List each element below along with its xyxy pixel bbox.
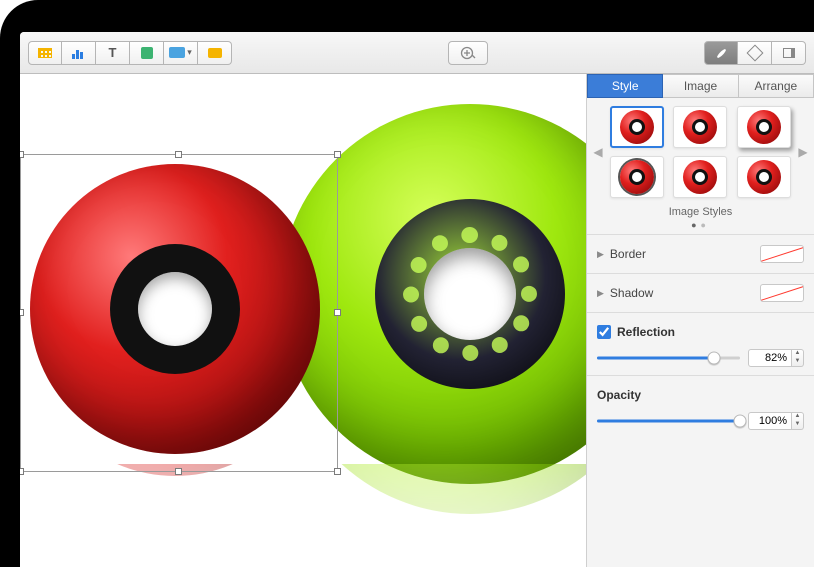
tab-style[interactable]: Style bbox=[587, 74, 663, 98]
red-wheel-image[interactable] bbox=[30, 164, 320, 454]
reflection-stepper: ▲▼ bbox=[748, 349, 804, 367]
resize-handle-middle-left[interactable] bbox=[20, 309, 24, 316]
styles-page-dots[interactable]: ●● bbox=[593, 220, 808, 230]
green-wheel-image[interactable] bbox=[280, 104, 586, 484]
reflection-slider[interactable] bbox=[597, 351, 740, 365]
opacity-value-input[interactable] bbox=[748, 412, 792, 430]
shape-button[interactable] bbox=[130, 41, 164, 65]
panel-toggle-button[interactable] bbox=[772, 41, 806, 65]
format-inspector: Style Image Arrange ◀ ▶ Image Styles ●● bbox=[586, 74, 814, 567]
disclosure-triangle-icon: ▶ bbox=[597, 288, 604, 299]
opacity-section: Opacity ▲▼ bbox=[587, 375, 814, 438]
tab-arrange[interactable]: Arrange bbox=[739, 74, 814, 98]
opacity-slider[interactable] bbox=[597, 414, 740, 428]
border-disclosure[interactable]: ▶ Border bbox=[597, 247, 646, 261]
tab-image[interactable]: Image bbox=[663, 74, 738, 98]
shadow-swatch-none[interactable] bbox=[760, 284, 804, 302]
border-label: Border bbox=[610, 247, 646, 261]
table-icon bbox=[38, 48, 52, 58]
inspector-toggle-group bbox=[704, 41, 806, 65]
inspector-tabs: Style Image Arrange bbox=[587, 74, 814, 98]
style-thumb-1[interactable] bbox=[610, 106, 664, 148]
shadow-disclosure[interactable]: ▶ Shadow bbox=[597, 286, 653, 300]
opacity-label: Opacity bbox=[597, 388, 641, 402]
stepper-up-icon: ▲ bbox=[792, 350, 803, 358]
resize-handle-top-middle[interactable] bbox=[175, 151, 182, 158]
app-window: T ▾ bbox=[20, 32, 814, 567]
reflection-section: Reflection ▲▼ bbox=[587, 312, 814, 375]
shadow-section: ▶ Shadow bbox=[587, 273, 814, 312]
format-inspector-button[interactable] bbox=[704, 41, 738, 65]
image-styles-label: Image Styles bbox=[593, 206, 808, 218]
disclosure-triangle-icon: ▶ bbox=[597, 249, 604, 260]
diamond-icon bbox=[746, 44, 763, 61]
text-button[interactable]: T bbox=[96, 41, 130, 65]
reflection-label: Reflection bbox=[617, 325, 675, 339]
reflection-value-input[interactable] bbox=[748, 349, 792, 367]
chart-button[interactable] bbox=[62, 41, 96, 65]
device-bezel: T ▾ bbox=[0, 0, 814, 567]
stepper-up-icon: ▲ bbox=[792, 413, 803, 421]
panel-icon bbox=[783, 48, 795, 58]
media-button[interactable]: ▾ bbox=[164, 41, 198, 65]
main-area: Style Image Arrange ◀ ▶ Image Styles ●● bbox=[20, 74, 814, 567]
stepper-down-icon: ▼ bbox=[792, 358, 803, 366]
styles-next-button[interactable]: ▶ bbox=[798, 145, 808, 159]
document-canvas[interactable] bbox=[20, 74, 586, 567]
view-controls-group: T ▾ bbox=[28, 41, 232, 65]
opacity-stepper-buttons[interactable]: ▲▼ bbox=[792, 412, 804, 430]
reflection-checkbox-row[interactable]: Reflection bbox=[597, 325, 675, 339]
chevron-down-icon: ▾ bbox=[187, 47, 192, 58]
comment-icon bbox=[208, 48, 222, 58]
border-section: ▶ Border bbox=[587, 234, 814, 273]
style-thumb-4[interactable] bbox=[610, 156, 664, 198]
reflection-stepper-buttons[interactable]: ▲▼ bbox=[792, 349, 804, 367]
style-thumb-2[interactable] bbox=[673, 106, 727, 148]
style-thumb-6[interactable] bbox=[737, 156, 791, 198]
opacity-stepper: ▲▼ bbox=[748, 412, 804, 430]
comment-button[interactable] bbox=[198, 41, 232, 65]
resize-handle-top-left[interactable] bbox=[20, 151, 24, 158]
insert-icon bbox=[460, 46, 476, 60]
toolbar: T ▾ bbox=[20, 32, 814, 74]
style-thumb-3[interactable] bbox=[737, 106, 791, 148]
border-swatch-none[interactable] bbox=[760, 245, 804, 263]
insert-button[interactable] bbox=[448, 41, 488, 65]
stepper-down-icon: ▼ bbox=[792, 421, 803, 429]
shape-icon bbox=[141, 47, 153, 59]
reflection-render bbox=[20, 464, 586, 567]
filter-inspector-button[interactable] bbox=[738, 41, 772, 65]
table-button[interactable] bbox=[28, 41, 62, 65]
brush-icon bbox=[714, 46, 728, 60]
style-thumb-5[interactable] bbox=[673, 156, 727, 198]
media-icon bbox=[169, 47, 185, 58]
reflection-checkbox[interactable] bbox=[597, 325, 611, 339]
shadow-label: Shadow bbox=[610, 286, 653, 300]
text-icon: T bbox=[109, 45, 117, 60]
styles-prev-button[interactable]: ◀ bbox=[593, 145, 603, 159]
chart-icon bbox=[72, 47, 86, 59]
image-styles-section: ◀ ▶ Image Styles ●● bbox=[587, 98, 814, 234]
style-thumbnails bbox=[609, 106, 792, 198]
